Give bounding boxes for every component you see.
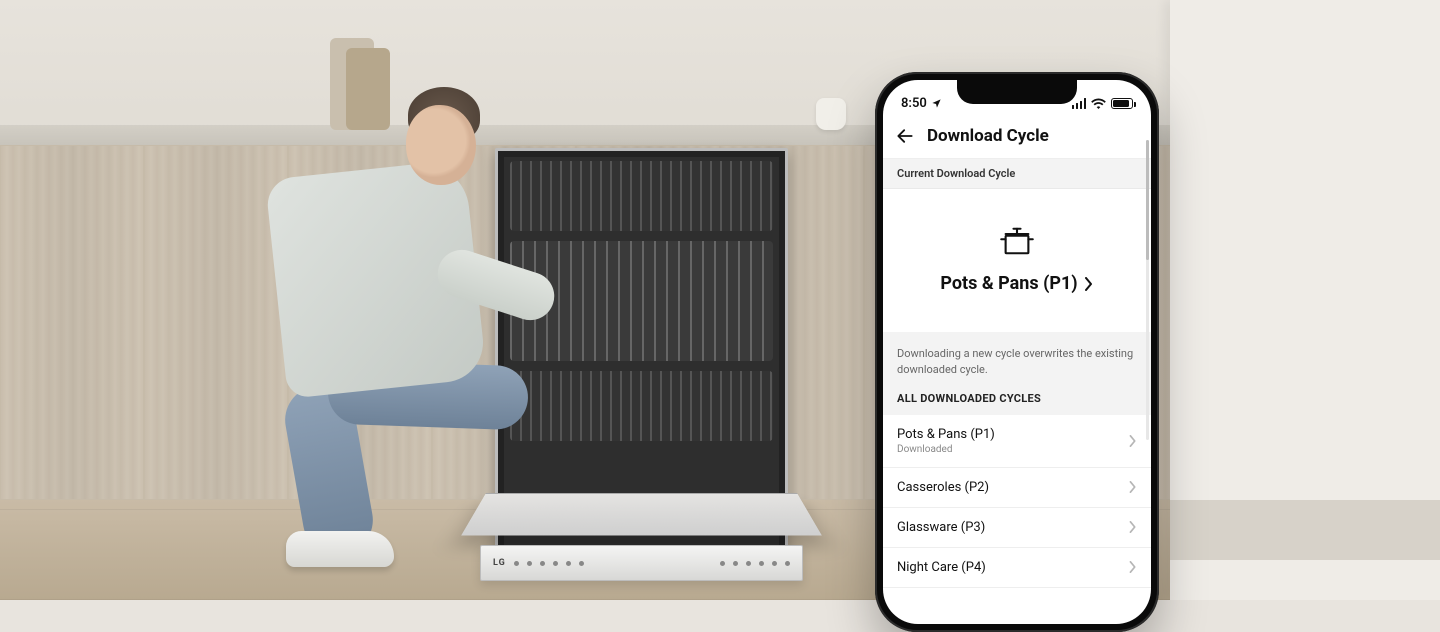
cycle-name: Casseroles (P2)	[897, 480, 989, 495]
chevron-right-icon	[1129, 481, 1137, 493]
scroll-indicator	[1146, 140, 1149, 440]
phone-screen: 8:50 Download Cycle Cur	[883, 80, 1151, 624]
person-loading-dishwasher	[258, 175, 528, 575]
battery-icon	[1111, 98, 1133, 109]
chevron-right-icon	[1129, 561, 1137, 573]
current-cycle-name: Pots & Pans (P1)	[940, 273, 1077, 294]
chevron-right-icon	[1129, 435, 1137, 447]
kitchen-scene: LG	[0, 0, 1440, 600]
cycle-name: Pots & Pans (P1)	[897, 427, 995, 442]
current-cycle-card[interactable]: Pots & Pans (P1)	[883, 189, 1151, 332]
cycle-row-glassware[interactable]: Glassware (P3)	[883, 508, 1151, 548]
page-title: Download Cycle	[927, 126, 1049, 146]
app-header: Download Cycle	[883, 118, 1151, 159]
cycle-list: Pots & Pans (P1) Downloaded Casseroles (…	[883, 415, 1151, 588]
wifi-icon	[1091, 98, 1106, 109]
back-arrow-icon[interactable]	[895, 126, 915, 146]
phone-notch	[957, 80, 1077, 104]
dishwasher: LG	[495, 148, 788, 558]
cutting-boards	[330, 30, 400, 130]
cellular-signal-icon	[1072, 98, 1087, 109]
status-time: 8:50	[901, 96, 927, 111]
phone-frame: 8:50 Download Cycle Cur	[875, 72, 1159, 632]
cycle-row-casseroles[interactable]: Casseroles (P2)	[883, 468, 1151, 508]
cycle-status: Downloaded	[897, 444, 995, 455]
overwrite-note: Downloading a new cycle overwrites the e…	[883, 332, 1151, 388]
all-cycles-heading: ALL DOWNLOADED CYCLES	[883, 388, 1151, 415]
pot-icon	[996, 223, 1038, 259]
dishwasher-control-panel: LG	[480, 545, 803, 581]
cup-decor	[816, 98, 846, 130]
current-cycle-heading: Current Download Cycle	[883, 159, 1151, 189]
cycle-row-night-care[interactable]: Night Care (P4)	[883, 548, 1151, 588]
chevron-right-icon	[1084, 277, 1094, 291]
chevron-right-icon	[1129, 521, 1137, 533]
cycle-name: Glassware (P3)	[897, 520, 985, 535]
cycle-name: Night Care (P4)	[897, 560, 986, 575]
cycle-row-pots-pans[interactable]: Pots & Pans (P1) Downloaded	[883, 415, 1151, 468]
location-arrow-icon	[931, 98, 942, 109]
